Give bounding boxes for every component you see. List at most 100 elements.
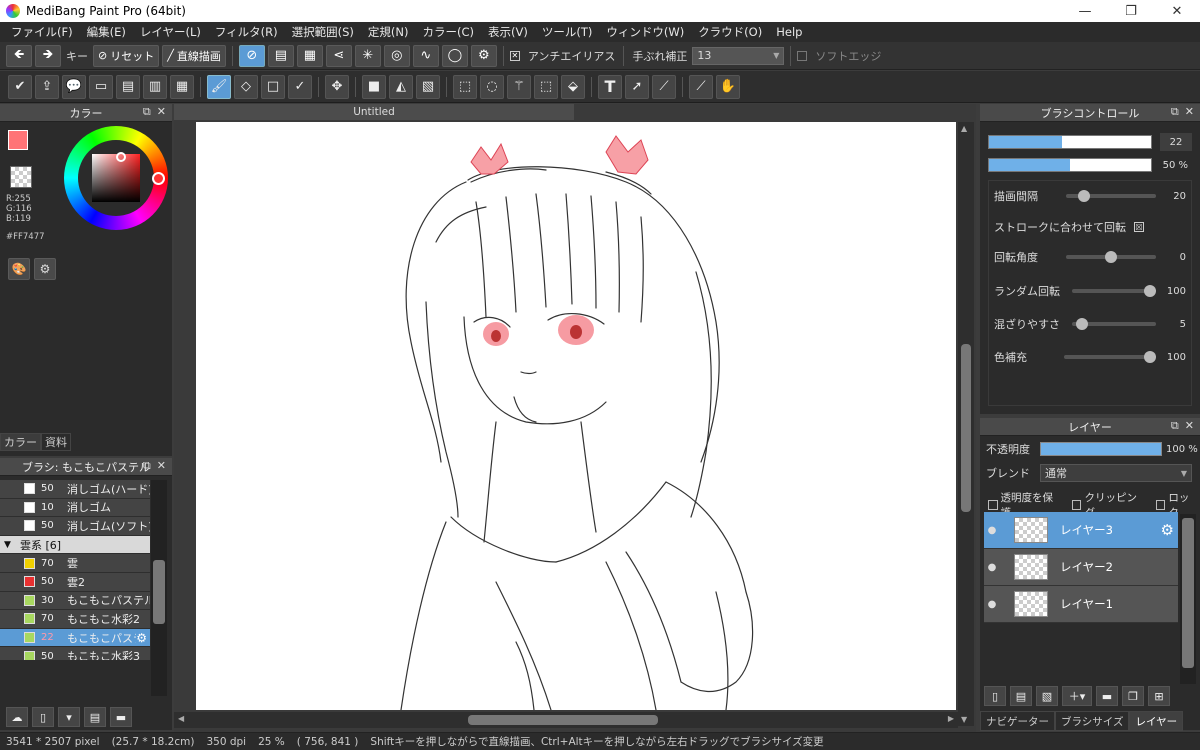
dot-tool[interactable]: □	[261, 74, 285, 99]
lock-checkbox[interactable]	[1155, 500, 1166, 510]
foreground-color-swatch[interactable]	[8, 130, 28, 150]
comment-button[interactable]: ▭	[89, 74, 113, 99]
brush-item-row[interactable]: 50 雲2	[0, 572, 150, 592]
canvas-horizontal-scrollbar[interactable]: ◀ ▶	[174, 712, 958, 728]
select-pen-tool-2[interactable]: ⬚	[534, 74, 558, 99]
eraser-tool[interactable]: ◇	[234, 74, 258, 99]
scroll-thumb[interactable]	[961, 344, 971, 512]
magic-wand-tool[interactable]: ⚚	[507, 74, 531, 99]
menu-layer[interactable]: レイヤー(L)	[133, 24, 208, 40]
menu-window[interactable]: ウィンドウ(W)	[599, 24, 691, 40]
menu-color[interactable]: カラー(C)	[415, 24, 481, 40]
new-layer-button[interactable]: ▯	[984, 686, 1006, 706]
saturation-value-square[interactable]	[92, 154, 140, 202]
close-icon[interactable]: ✕	[1185, 419, 1194, 433]
hand-tool[interactable]: ✋	[716, 74, 740, 99]
close-icon[interactable]: ✕	[1185, 105, 1194, 119]
brush-item-row[interactable]: 10 消しゴム	[0, 498, 150, 518]
snap-settings-button[interactable]: ⚙	[470, 44, 497, 67]
hue-handle[interactable]	[152, 172, 165, 185]
brush-opacity-bar[interactable]	[988, 158, 1152, 172]
tab-navigator[interactable]: ナビゲーター	[980, 711, 1055, 731]
brush-settings-gear-icon[interactable]: ⚙	[136, 631, 150, 645]
layer-folder-button[interactable]: ▬	[1096, 686, 1118, 706]
rotate-with-stroke-checkbox[interactable]: ☒	[1134, 222, 1144, 232]
scroll-up-icon[interactable]: ▲	[961, 124, 967, 133]
perspective-snap-button[interactable]: ⋖	[325, 44, 352, 67]
brush-list-scrollbar[interactable]	[151, 480, 167, 696]
line-draw-button[interactable]: ╱ 直線描画	[162, 44, 226, 67]
brush-item-row[interactable]: 50 消しゴム(ハード)	[0, 480, 150, 499]
menu-help[interactable]: Help	[769, 25, 809, 39]
shape-fill-tool[interactable]: ■	[362, 74, 386, 99]
brush-group-row[interactable]: ▼ 雲系 [6]	[0, 535, 150, 555]
speech-bubble-button[interactable]: 💬	[62, 74, 86, 99]
soft-edge-checkbox[interactable]	[797, 50, 808, 61]
undo-button[interactable]: 🡸	[6, 44, 32, 67]
expand-down-icon[interactable]: ▼	[4, 540, 20, 550]
palette-button[interactable]: 🎨	[8, 258, 30, 280]
scroll-right-icon[interactable]: ▶	[948, 714, 954, 723]
add-layer-menu-button[interactable]: ＋▾	[1062, 686, 1092, 706]
select-pen-tool[interactable]: ✓	[288, 74, 312, 99]
slider-knob[interactable]	[1144, 285, 1156, 297]
transparent-color-swatch[interactable]	[10, 166, 32, 188]
menu-tool[interactable]: ツール(T)	[535, 24, 600, 40]
redo-button[interactable]: 🡺	[35, 44, 61, 67]
sv-handle[interactable]	[116, 152, 126, 162]
duplicate-layer-button[interactable]: ❐	[1122, 686, 1144, 706]
visibility-icon[interactable]: ●	[984, 525, 1000, 536]
panel-layout-button[interactable]: ▥	[143, 74, 167, 99]
new-8bit-layer-button[interactable]: ▧	[1036, 686, 1058, 706]
brush-size-bar[interactable]	[988, 135, 1152, 149]
blend-mode-select[interactable]: 通常 ▼	[1040, 464, 1192, 482]
color-refill-slider[interactable]	[1064, 351, 1156, 363]
tab-color[interactable]: カラー	[0, 433, 41, 451]
concentric-snap-button[interactable]: ◎	[383, 44, 410, 67]
close-window-button[interactable]: ✕	[1154, 0, 1200, 22]
random-rotation-slider[interactable]	[1072, 285, 1156, 297]
slider-knob[interactable]	[1105, 251, 1117, 263]
layer-opacity-bar[interactable]	[1040, 442, 1162, 456]
document-button[interactable]: ▤	[116, 74, 140, 99]
document-tab[interactable]: Untitled	[174, 104, 574, 120]
cloud-brush-button[interactable]: ☁	[6, 707, 28, 727]
hue-wheel[interactable]	[64, 126, 168, 230]
menu-selection[interactable]: 選択範囲(S)	[285, 24, 361, 40]
parallel-snap-button[interactable]: ▤	[267, 44, 294, 67]
scroll-left-icon[interactable]: ◀	[178, 714, 184, 723]
rotation-angle-slider[interactable]	[1066, 251, 1156, 263]
scroll-thumb[interactable]	[153, 560, 165, 624]
menu-view[interactable]: 表示(V)	[481, 24, 535, 40]
add-brush-button[interactable]: ▾	[58, 707, 80, 727]
menu-file[interactable]: ファイル(F)	[4, 24, 80, 40]
brush-tool[interactable]: 🖌	[207, 74, 231, 99]
new-brush-button[interactable]: ▯	[32, 707, 54, 727]
tab-brush-size[interactable]: ブラシサイズ	[1055, 711, 1130, 731]
cloud-save-button[interactable]: ✔	[8, 74, 32, 99]
brush-item-row[interactable]: 30 もこもこパステル(粗	[0, 591, 150, 611]
clipping-checkbox[interactable]	[1071, 500, 1082, 510]
close-icon[interactable]: ✕	[157, 105, 166, 119]
close-icon[interactable]: ✕	[157, 459, 166, 473]
text-tool[interactable]: T	[598, 74, 622, 99]
scroll-thumb[interactable]	[1182, 518, 1194, 668]
curve-snap-button[interactable]: ∿	[412, 44, 439, 67]
visibility-icon[interactable]: ●	[984, 599, 1000, 610]
brush-item-row[interactable]: 50 消しゴム(ソフト)	[0, 517, 150, 536]
rect-select-tool[interactable]: ⬚	[453, 74, 477, 99]
menu-ruler[interactable]: 定規(N)	[361, 24, 416, 40]
blend-ease-slider[interactable]	[1072, 318, 1156, 330]
protect-alpha-checkbox[interactable]	[988, 500, 998, 510]
drawing-canvas[interactable]	[196, 122, 956, 710]
palette-settings-button[interactable]: ⚙	[34, 258, 56, 280]
snap-off-button[interactable]: ⊘	[238, 44, 265, 67]
popout-icon[interactable]: ⧉	[1171, 419, 1179, 433]
new-halftone-layer-button[interactable]: ▤	[1010, 686, 1032, 706]
slider-knob[interactable]	[1144, 351, 1156, 363]
layer-settings-gear-icon[interactable]: ⚙	[1161, 521, 1178, 539]
popout-icon[interactable]: ⧉	[1171, 105, 1179, 119]
menu-filter[interactable]: フィルタ(R)	[208, 24, 285, 40]
divide-tool[interactable]: ⟋	[652, 74, 676, 99]
spacing-slider[interactable]	[1066, 190, 1156, 202]
